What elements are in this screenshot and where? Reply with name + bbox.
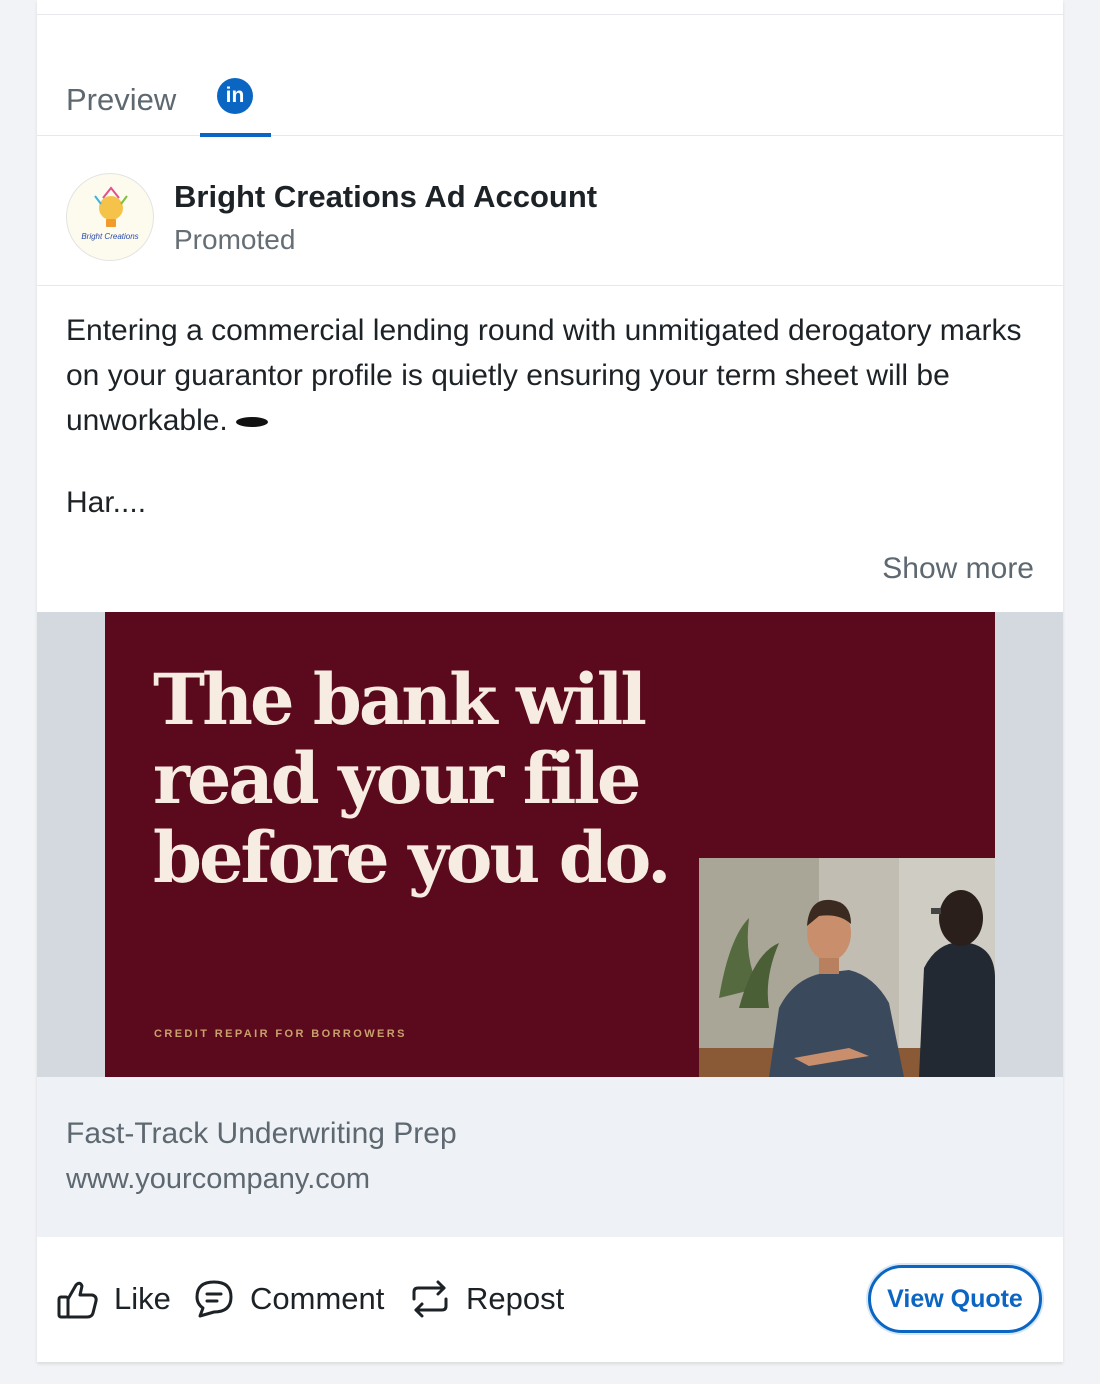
- promoted-label: Promoted: [174, 224, 295, 256]
- link-title: Fast-Track Underwriting Prep: [66, 1117, 457, 1151]
- post-text: Entering a commercial lending round with…: [66, 314, 1021, 437]
- tab-linkedin[interactable]: in: [200, 70, 271, 136]
- avatar[interactable]: Bright Creations: [66, 173, 154, 261]
- show-more-link[interactable]: Show more: [882, 552, 1034, 586]
- linkedin-icon: in: [217, 78, 253, 114]
- creative-headline: The bank will read your file before you …: [153, 660, 713, 897]
- creative-photo: [699, 858, 995, 1077]
- view-quote-button[interactable]: View Quote: [868, 1265, 1042, 1333]
- preview-tabs: Preview in: [37, 70, 1063, 136]
- post-body: Entering a commercial lending round with…: [66, 308, 1046, 443]
- ad-creative-image[interactable]: The bank will read your file before you …: [105, 612, 995, 1077]
- like-button[interactable]: Like: [56, 1277, 171, 1321]
- link-url: www.yourcompany.com: [66, 1163, 370, 1196]
- tab-preview[interactable]: Preview: [66, 82, 176, 118]
- comment-button[interactable]: Comment: [192, 1277, 384, 1321]
- divider: [37, 14, 1063, 15]
- account-header: Bright Creations Bright Creations Ad Acc…: [37, 137, 1063, 286]
- repost-button[interactable]: Repost: [408, 1277, 564, 1321]
- comment-icon: [192, 1277, 236, 1321]
- meeting-photo-illustration: [699, 858, 995, 1077]
- post-continuation: Har....: [66, 486, 146, 520]
- like-label: Like: [114, 1281, 171, 1317]
- ad-preview-card: Preview in Bright Creations Bright Creat…: [37, 0, 1063, 1362]
- link-preview[interactable]: Fast-Track Underwriting Prep www.yourcom…: [37, 1077, 1063, 1237]
- thumbs-up-icon: [56, 1277, 100, 1321]
- emoji-icon: [236, 417, 268, 427]
- creative-tagline: CREDIT REPAIR FOR BORROWERS: [154, 1028, 407, 1040]
- comment-label: Comment: [250, 1281, 384, 1317]
- action-bar: Like Comment Repost View Quote: [37, 1237, 1063, 1362]
- lightbulb-logo-icon: [67, 174, 154, 261]
- repost-label: Repost: [466, 1281, 564, 1317]
- account-name[interactable]: Bright Creations Ad Account: [174, 179, 597, 215]
- repost-icon: [408, 1277, 452, 1321]
- ad-creative-container[interactable]: The bank will read your file before you …: [37, 612, 1063, 1077]
- logo-text: Bright Creations: [67, 232, 153, 241]
